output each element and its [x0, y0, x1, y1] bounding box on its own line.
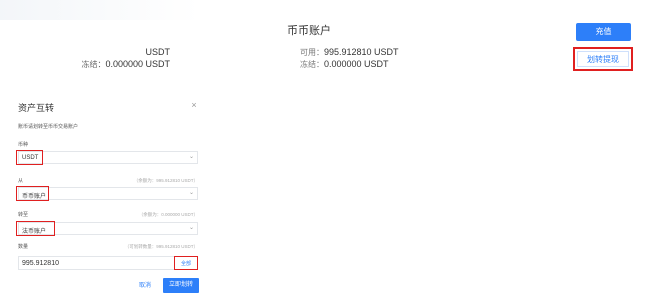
- left-frozen-row: 冻结：0.000000 USDT: [60, 58, 170, 70]
- page: USDT 冻结：0.000000 USDT 币币账户 可用：995.912810…: [0, 0, 672, 304]
- left-frozen-value: 0.000000 USDT: [105, 59, 170, 69]
- amount-label: 数量: [18, 244, 29, 250]
- coin-frozen-value: 0.000000 USDT: [324, 59, 389, 69]
- coin-available-row: 可用：995.912810 USDT: [300, 46, 440, 58]
- from-account-highlight: [16, 186, 49, 201]
- currency-highlight: [16, 150, 43, 165]
- coin-frozen-row: 冻结：0.000000 USDT: [300, 58, 440, 70]
- amount-input[interactable]: 995.912810 全部: [18, 256, 198, 270]
- transfer-withdraw-button[interactable]: 划转提现: [577, 51, 629, 67]
- currency-label: 币种: [18, 142, 29, 148]
- amount-value: 995.912810: [22, 260, 59, 267]
- chevron-down-icon: ⌄: [188, 154, 194, 160]
- coin-available-value: 995.912810 USDT: [324, 47, 399, 57]
- close-icon[interactable]: ×: [188, 100, 200, 110]
- confirm-transfer-button[interactable]: 立即划转: [163, 278, 199, 293]
- chevron-down-icon: ⌄: [188, 190, 194, 196]
- chevron-down-icon: ⌄: [188, 225, 194, 231]
- from-balance-hint: （余额为：995.912810 USDT）: [133, 178, 198, 183]
- cancel-button[interactable]: 取消: [135, 280, 155, 292]
- all-button-highlight: [174, 256, 198, 270]
- recharge-button[interactable]: 充值: [576, 23, 631, 41]
- modal-description: 账币请划转至币币交易账户: [18, 124, 79, 130]
- left-account-balance: USDT 冻结：0.000000 USDT: [60, 46, 170, 70]
- asset-transfer-modal: 资产互转 × 账币请划转至币币交易账户 币种 USDT ⌄ 从 （余额为：995…: [10, 92, 210, 300]
- left-frozen-label: 冻结：: [81, 60, 106, 69]
- from-label: 从: [18, 178, 24, 184]
- to-label: 转至: [18, 212, 29, 218]
- to-balance-hint: （余额为：0.000000 USDT）: [138, 212, 198, 217]
- coin-account-balance: 可用：995.912810 USDT 冻结：0.000000 USDT: [300, 46, 440, 70]
- modal-title: 资产互转: [18, 103, 55, 113]
- amount-available-hint: （可划转数量：995.912810 USDT）: [124, 244, 198, 249]
- coin-available-label: 可用：: [300, 48, 324, 57]
- coin-frozen-label: 冻结：: [300, 60, 324, 69]
- coin-account-title: 币币账户: [287, 25, 331, 37]
- left-available-row: USDT: [60, 46, 171, 58]
- left-available-value: USDT: [145, 47, 171, 57]
- currency-select[interactable]: USDT ⌄: [18, 151, 198, 164]
- top-background: [0, 0, 200, 20]
- to-account-highlight: [16, 221, 55, 236]
